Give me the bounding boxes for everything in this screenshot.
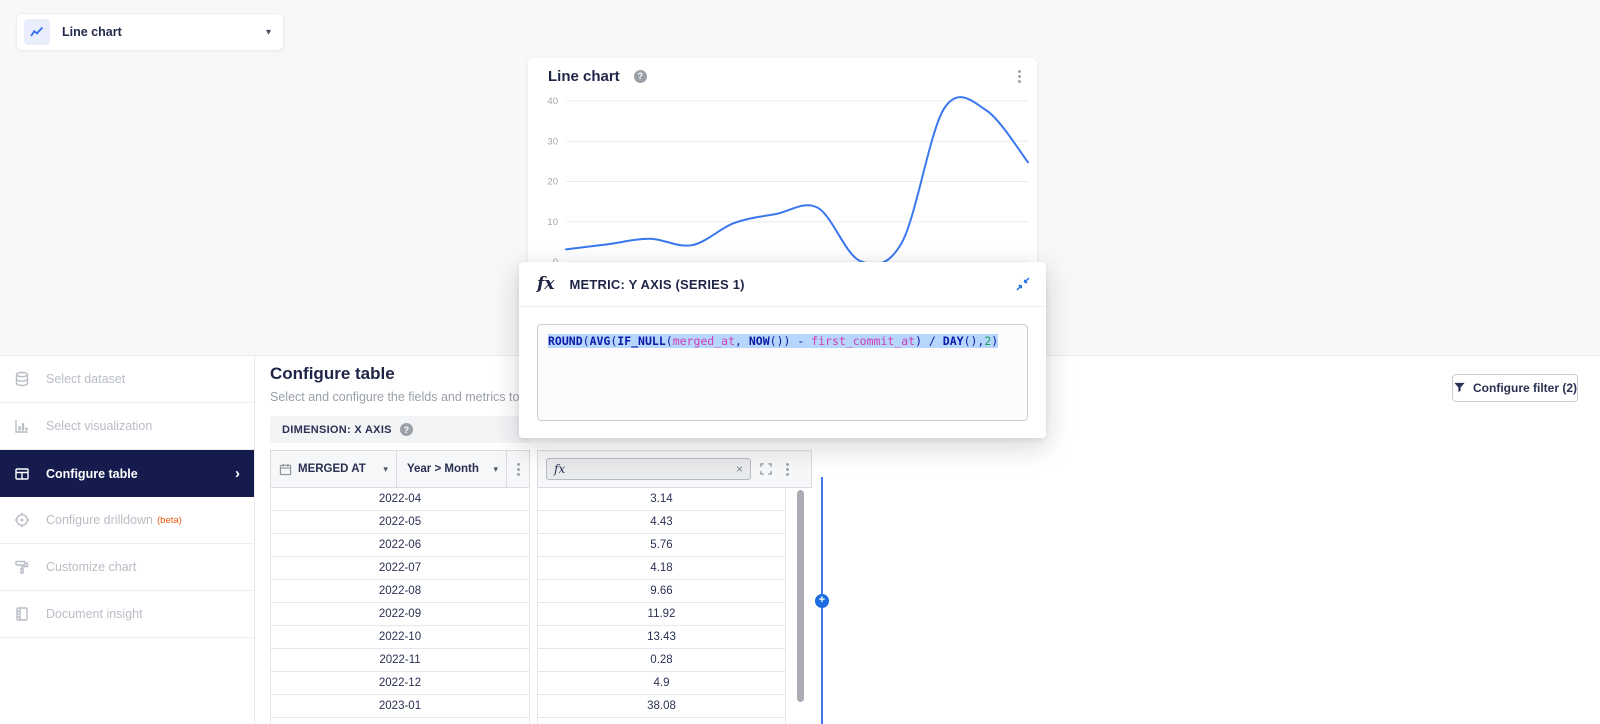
fx-icon: fx — [554, 462, 566, 476]
svg-text:30: 30 — [547, 136, 558, 147]
database-icon — [15, 371, 29, 387]
svg-text:10: 10 — [547, 217, 558, 228]
dimension-column-header: MERGED AT ▾ Year > Month ▾ — [270, 450, 530, 488]
sidebar-item-customize-chart[interactable]: Customize chart — [0, 544, 254, 591]
sidebar-item-label: Select dataset — [46, 372, 126, 386]
help-icon[interactable]: ? — [633, 69, 647, 83]
dimension-section-label: DIMENSION: X AXIS — [282, 423, 392, 436]
page-title: Configure table — [270, 364, 395, 383]
dimension-column-menu[interactable] — [507, 451, 529, 487]
chart-type-label: Line chart — [62, 25, 122, 39]
table-row — [537, 718, 786, 724]
fx-icon: fx — [537, 274, 555, 294]
bar-chart-icon — [15, 420, 28, 433]
chevron-right-icon: › — [235, 465, 240, 482]
chart-menu-button[interactable] — [1011, 67, 1027, 85]
collapse-icon[interactable] — [1016, 277, 1030, 291]
chart-type-select[interactable]: Line chart ▾ — [16, 13, 284, 51]
sidebar-item-label: Document insight — [46, 607, 143, 621]
table-row: 2022-10 — [270, 626, 530, 649]
table-row: 2022-04 — [270, 488, 530, 511]
expand-icon[interactable] — [760, 463, 772, 475]
dimension-section-header: DIMENSION: X AXIS ? — [270, 416, 530, 443]
close-icon[interactable]: × — [736, 462, 743, 476]
table-row: 2022-07 — [270, 557, 530, 580]
table-row: 38.08 — [537, 695, 786, 718]
sidebar-item-select-dataset[interactable]: Select dataset — [0, 356, 254, 403]
modal-header: fx METRIC: Y AXIS (SERIES 1) — [519, 262, 1046, 307]
sidebar-item-label: Configure drilldown — [46, 513, 154, 527]
beta-badge: (beta) — [157, 514, 182, 526]
table-row: 2022-09 — [270, 603, 530, 626]
drilldown-icon — [14, 512, 30, 528]
configure-filter-button[interactable]: Configure filter (2) — [1452, 374, 1578, 402]
chevron-down-icon: ▾ — [493, 463, 499, 474]
document-icon — [16, 607, 28, 621]
page: Line chart ▾ 403020100 Line chart ? Sele… — [0, 0, 1600, 724]
table-row: 4.18 — [537, 557, 786, 580]
dimension-column-rows: 2022-04 2022-05 2022-06 2022-07 2022-08 2022-… — [270, 488, 530, 724]
table-row: 3.14 — [537, 488, 786, 511]
dimension-transform-dropdown[interactable]: Year > Month ▾ — [397, 451, 508, 487]
table-row: 2022-05 — [270, 511, 530, 534]
metric-formula-modal: fx METRIC: Y AXIS (SERIES 1) ROUND(AVG(I… — [519, 262, 1046, 438]
sidebar-item-label: Select visualization — [46, 419, 153, 433]
table-row: 11.92 — [537, 603, 786, 626]
chevron-down-icon: ▾ — [265, 26, 271, 38]
metric-column-header: fx × — [537, 450, 812, 488]
add-series-button[interactable]: + — [815, 594, 829, 608]
sidebar-item-document-insight[interactable]: Document insight — [0, 591, 254, 638]
table-row — [270, 718, 530, 724]
line-chart-icon — [24, 19, 50, 45]
table-icon — [15, 467, 29, 480]
table-scrollbar[interactable] — [797, 490, 804, 702]
dimension-transform-label: Year > Month — [406, 463, 479, 475]
kebab-icon — [1017, 74, 1021, 78]
table-row: 13.43 — [537, 626, 786, 649]
dimension-field-dropdown[interactable]: MERGED AT ▾ — [271, 451, 397, 487]
table-row: 2022-06 — [270, 534, 530, 557]
table-row: 2022-11 — [270, 649, 530, 672]
kebab-icon — [785, 467, 789, 471]
customize-icon — [15, 560, 29, 574]
filter-button-label: Configure filter (2) — [1473, 381, 1577, 395]
filter-icon — [1454, 382, 1465, 393]
svg-text:20: 20 — [547, 177, 558, 188]
kebab-icon — [516, 467, 520, 471]
metric-column-rows: 3.14 4.43 5.76 4.18 9.66 11.92 13.43 0.28 4.9 38.… — [537, 488, 786, 724]
table-row: 5.76 — [537, 534, 786, 557]
formula-editor[interactable]: ROUND(AVG(IF_NULL(merged_at, NOW()) - fi… — [537, 324, 1028, 421]
calendar-icon — [279, 463, 292, 475]
table-row: 9.66 — [537, 580, 786, 603]
table-row: 2022-08 — [270, 580, 530, 603]
svg-text:40: 40 — [547, 96, 558, 107]
modal-title: METRIC: Y AXIS (SERIES 1) — [569, 276, 745, 292]
sidebar-item-label: Customize chart — [46, 560, 137, 574]
table-row: 0.28 — [537, 649, 786, 672]
metric-formula-input[interactable]: fx × — [546, 458, 751, 480]
sidebar-item-select-visualization[interactable]: Select visualization — [0, 403, 254, 450]
sidebar-item-configure-drilldown[interactable]: Configure drilldown (beta) — [0, 497, 254, 544]
sidebar-item-configure-table[interactable]: Configure table › — [0, 450, 254, 497]
chevron-down-icon: ▾ — [383, 463, 388, 474]
metric-column-menu[interactable] — [779, 460, 795, 478]
table-row: 2022-12 — [270, 672, 530, 695]
formula-text: ROUND(AVG(IF_NULL(merged_at, NOW()) - fi… — [548, 334, 999, 348]
table-row: 4.43 — [537, 511, 786, 534]
dimension-field-label: MERGED AT — [298, 463, 366, 475]
sidebar: Select dataset Select visualization Conf… — [0, 356, 255, 724]
chart-title: Line chart — [548, 67, 620, 85]
sidebar-item-label: Configure table — [46, 466, 138, 481]
table-row: 4.9 — [537, 672, 786, 695]
table-row: 2023-01 — [270, 695, 530, 718]
help-icon[interactable]: ? — [399, 423, 413, 436]
